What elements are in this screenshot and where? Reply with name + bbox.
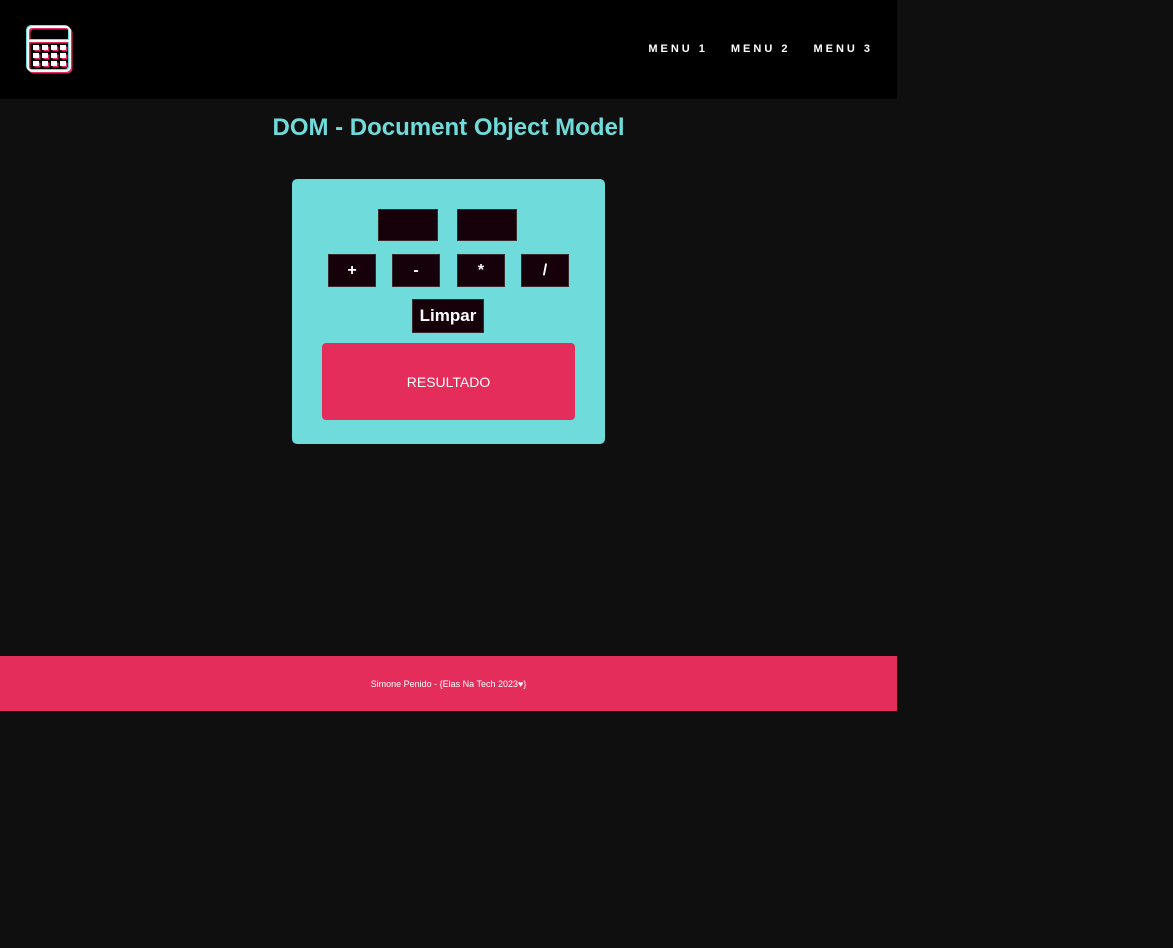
main-nav: MENU 1 MENU 2 MENU 3 <box>625 43 873 55</box>
footer-credits: Simone Penido - {Elas Na Tech 2023♥} <box>370 678 527 689</box>
page: MENU 1 MENU 2 MENU 3 DOM - Document Obje… <box>0 0 1173 948</box>
nav-item-menu-1[interactable]: MENU 1 <box>648 43 708 55</box>
divide-button[interactable]: / <box>521 254 569 287</box>
calculator-icon[interactable] <box>26 25 74 75</box>
second-number-input[interactable] <box>457 209 517 241</box>
add-button[interactable]: + <box>328 254 376 287</box>
result-display: RESULTADO <box>322 343 575 420</box>
footer: Simone Penido - {Elas Na Tech 2023♥} <box>0 656 897 711</box>
first-number-input[interactable] <box>378 209 438 241</box>
nav-item-menu-2[interactable]: MENU 2 <box>731 43 791 55</box>
nav-item-menu-3[interactable]: MENU 3 <box>813 43 873 55</box>
subtract-button[interactable]: - <box>392 254 440 287</box>
multiply-button[interactable]: * <box>457 254 505 287</box>
clear-button[interactable]: Limpar <box>412 299 484 333</box>
header: MENU 1 MENU 2 MENU 3 <box>0 0 897 99</box>
calculator-panel: + - * / Limpar RESULTADO <box>292 179 605 444</box>
page-title: DOM - Document Object Model <box>272 114 625 141</box>
